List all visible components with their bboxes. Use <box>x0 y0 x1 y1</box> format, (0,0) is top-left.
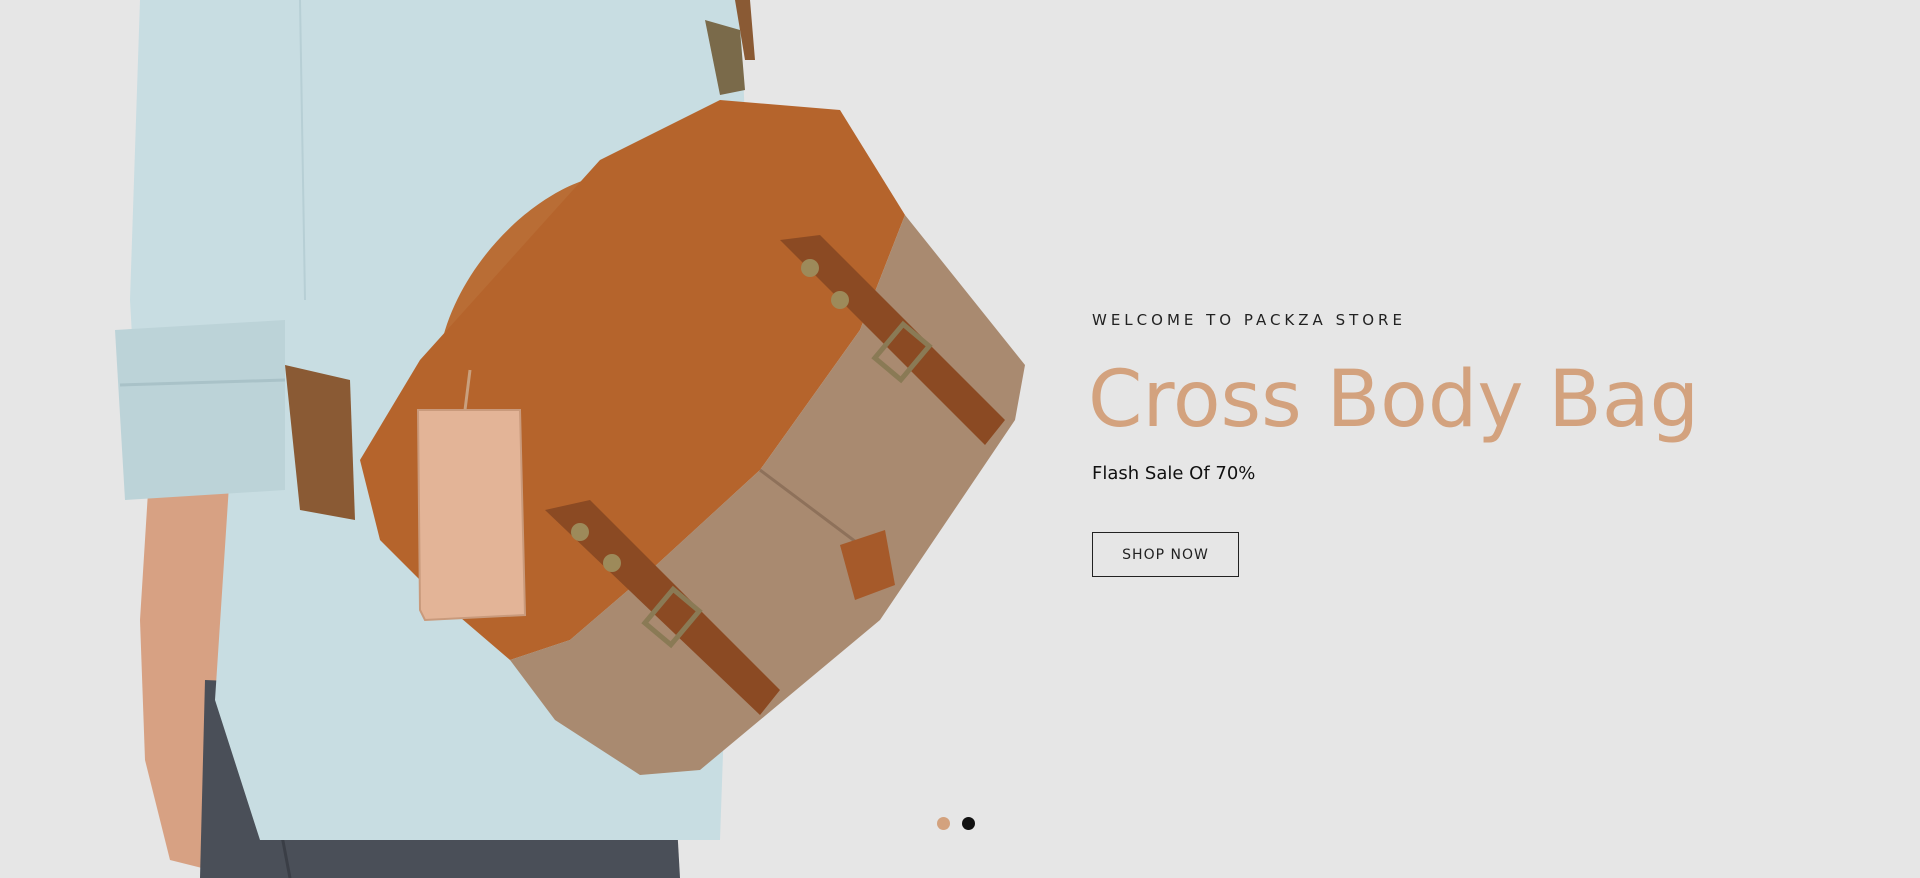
hero-product-image <box>0 0 1060 878</box>
hero-subtitle: Flash Sale Of 70% <box>1092 463 1256 484</box>
hero-slider: WELCOME TO PACKZA STORE Cross Body Bag F… <box>0 0 1920 878</box>
hero-eyebrow: WELCOME TO PACKZA STORE <box>1092 311 1406 329</box>
hero-text-block: WELCOME TO PACKZA STORE Cross Body Bag F… <box>1088 300 1852 577</box>
shop-now-button[interactable]: SHOP NOW <box>1092 532 1239 577</box>
hero-title: Cross Body Bag <box>1088 355 1700 445</box>
slider-dot-1[interactable] <box>937 817 950 830</box>
slider-dot-2[interactable] <box>962 817 975 830</box>
slider-pagination <box>937 817 975 830</box>
